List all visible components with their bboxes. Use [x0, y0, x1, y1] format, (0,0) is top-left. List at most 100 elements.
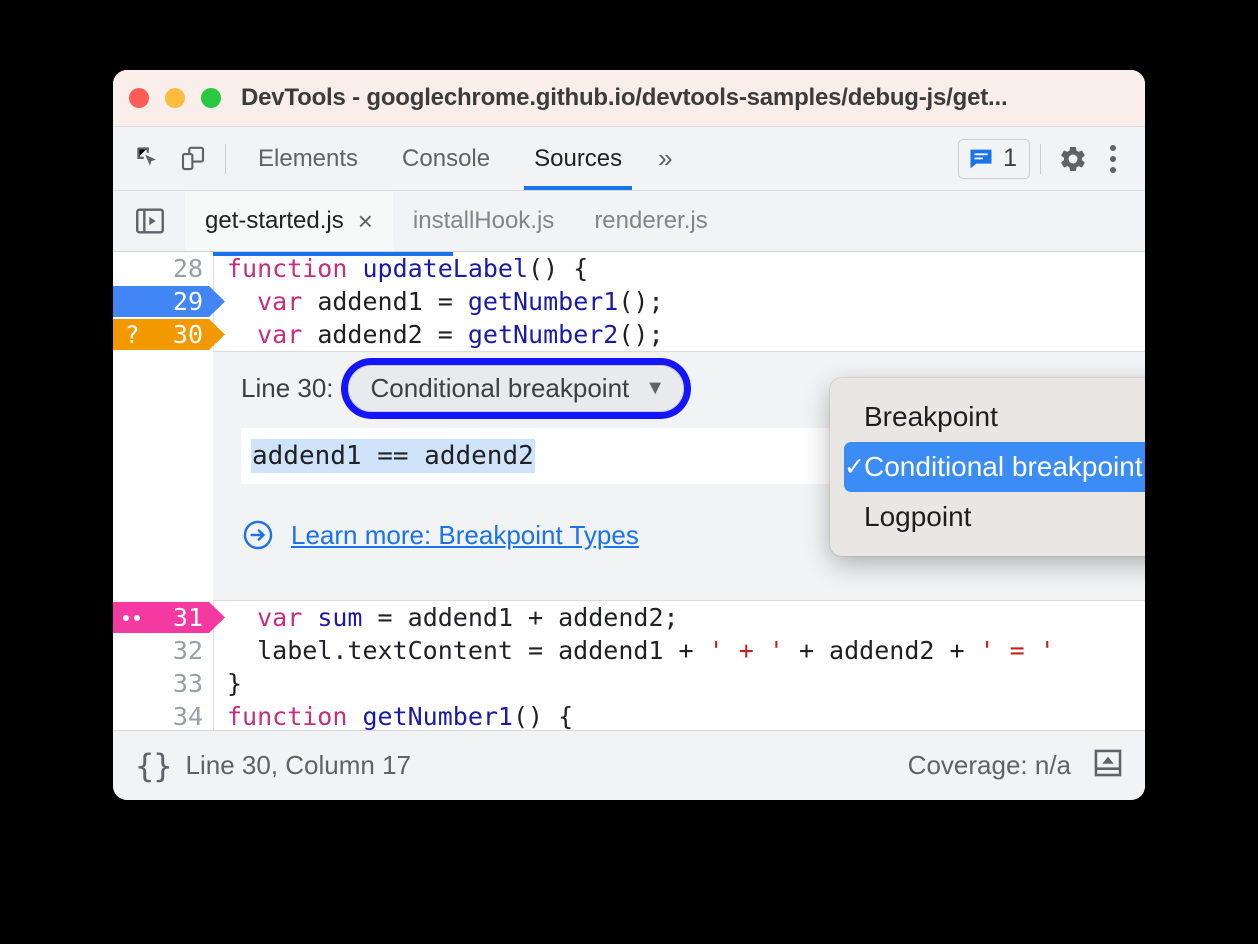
code-text: var addend1 = getNumber1(); — [213, 287, 664, 316]
dropdown-item-label: Logpoint — [864, 501, 972, 532]
token: addend2 = — [317, 320, 468, 349]
condition-value: addend1 == addend2 — [251, 439, 535, 473]
show-navigator-icon[interactable] — [127, 198, 173, 244]
token: getNumber1 — [362, 702, 513, 730]
code-line-34[interactable]: 34 function getNumber1() { — [113, 700, 1145, 730]
dropdown-item-logpoint[interactable]: Logpoint — [830, 492, 1145, 542]
code-line-30[interactable]: ? 30 var addend2 = getNumber2(); — [113, 318, 1145, 351]
close-window-button[interactable] — [129, 88, 149, 108]
line-number: 30 — [172, 320, 203, 349]
more-panels-chevron-icon[interactable]: » — [644, 143, 686, 174]
code-text: label.textContent = addend1 + ' + ' + ad… — [213, 636, 1055, 665]
minimize-window-button[interactable] — [165, 88, 185, 108]
line-gutter[interactable]: 33 — [113, 667, 213, 700]
tab-sources[interactable]: Sources — [512, 127, 644, 190]
file-tab-label: installHook.js — [412, 207, 555, 234]
arrow-right-circle-icon — [243, 520, 273, 550]
devtools-window: DevTools - googlechrome.github.io/devtoo… — [113, 70, 1145, 800]
maximize-window-button[interactable] — [201, 88, 221, 108]
code-text: var addend2 = getNumber2(); — [213, 320, 664, 349]
token: label.textContent = addend1 + — [227, 636, 709, 665]
chevron-down-icon: ▼ — [645, 376, 666, 399]
inspect-element-icon[interactable] — [127, 137, 171, 181]
line-gutter[interactable]: ? 30 — [113, 318, 225, 351]
code-line-31[interactable]: 31 var sum = addend1 + addend2; — [113, 601, 1145, 634]
check-icon: ✓ — [844, 453, 865, 481]
code-line-33[interactable]: 33 } — [113, 667, 1145, 700]
token: } — [227, 669, 243, 698]
token: var — [257, 603, 318, 632]
line-gutter[interactable]: 29 — [113, 285, 225, 318]
token: getNumber1 — [467, 287, 619, 316]
line-number: 29 — [172, 287, 203, 316]
dropdown-item-conditional-breakpoint[interactable]: ✓ Conditional breakpoint — [844, 442, 1145, 492]
line-number: 33 — [172, 669, 203, 698]
line-number: 34 — [172, 702, 203, 730]
devtools-toolbar: Elements Console Sources » 1 — [113, 126, 1145, 190]
token: () { — [528, 254, 589, 283]
code-line-29[interactable]: 29 var addend1 = getNumber1(); — [113, 285, 1145, 318]
token: var — [257, 287, 318, 316]
token: ' + ' — [708, 636, 784, 665]
token: sum — [317, 603, 363, 632]
close-icon[interactable]: × — [358, 208, 373, 234]
dropdown-item-label: Conditional breakpoint — [864, 451, 1143, 482]
learn-more-link[interactable]: Learn more: Breakpoint Types — [291, 520, 639, 551]
file-tab-get-started[interactable]: get-started.js × — [185, 191, 393, 251]
tab-elements[interactable]: Elements — [236, 127, 380, 190]
token: = addend1 + addend2; — [362, 603, 679, 632]
device-toolbar-icon[interactable] — [171, 137, 215, 181]
editor-status-bar: {} Line 30, Column 17 Coverage: n/a — [113, 730, 1145, 800]
code-text: function updateLabel() { — [213, 254, 588, 283]
token: var — [257, 320, 318, 349]
file-tab-label: renderer.js — [594, 207, 708, 234]
coverage-status: Coverage: n/a — [907, 750, 1071, 780]
toolbar-divider-2 — [1040, 143, 1041, 174]
token: + addend2 + — [783, 636, 980, 665]
traffic-lights — [129, 88, 221, 108]
token: function — [227, 702, 363, 730]
token: ' = ' — [979, 636, 1055, 665]
gear-icon[interactable] — [1051, 137, 1095, 181]
token: (); — [618, 287, 664, 316]
kebab-dot — [1110, 166, 1116, 173]
window-title: DevTools - googlechrome.github.io/devtoo… — [241, 84, 1008, 111]
kebab-dot — [1110, 144, 1116, 151]
token: (); — [618, 320, 664, 349]
source-file-tabs: get-started.js × installHook.js renderer… — [113, 190, 1145, 252]
cursor-position: Line 30, Column 17 — [185, 750, 412, 780]
toolbar-divider — [225, 143, 226, 174]
line-gutter[interactable]: 31 — [113, 601, 225, 634]
kebab-menu-icon[interactable] — [1095, 139, 1131, 179]
breakpoint-type-select[interactable]: Conditional breakpoint ▼ — [347, 364, 685, 412]
dropdown-item-breakpoint[interactable]: Breakpoint — [830, 392, 1145, 442]
message-count: 1 — [1003, 144, 1017, 172]
code-text: var sum = addend1 + addend2; — [213, 603, 679, 632]
kebab-dot — [1110, 155, 1116, 162]
line-gutter[interactable]: 32 — [113, 634, 213, 667]
line-gutter[interactable]: 28 — [113, 252, 213, 285]
window-titlebar: DevTools - googlechrome.github.io/devtoo… — [113, 70, 1145, 126]
code-line-32[interactable]: 32 label.textContent = addend1 + ' + ' +… — [113, 634, 1145, 667]
code-line-28[interactable]: 28 function updateLabel() { — [113, 252, 1145, 285]
line-gutter[interactable]: 34 — [113, 700, 213, 730]
file-tab-label: get-started.js — [205, 207, 344, 234]
breakpoint-type-dropdown-menu[interactable]: Breakpoint ✓ Conditional breakpoint Logp… — [830, 378, 1145, 556]
file-tab-renderer[interactable]: renderer.js — [574, 191, 727, 251]
token: () { — [512, 702, 574, 730]
breakpoint-line-label: Line 30: — [241, 372, 334, 403]
file-tab-installhook[interactable]: installHook.js — [393, 191, 574, 251]
tab-console[interactable]: Console — [380, 127, 512, 190]
show-drawer-icon[interactable] — [1091, 746, 1125, 785]
line-number: 32 — [172, 636, 203, 665]
token: updateLabel — [362, 254, 529, 283]
panel-tabs: Elements Console Sources — [236, 127, 644, 190]
pretty-print-icon[interactable]: {} — [135, 747, 173, 785]
line-number: 28 — [172, 254, 203, 283]
console-messages-button[interactable]: 1 — [958, 138, 1030, 179]
console-message-icon — [970, 149, 992, 168]
code-text: } — [213, 669, 242, 698]
token: getNumber2 — [467, 320, 619, 349]
